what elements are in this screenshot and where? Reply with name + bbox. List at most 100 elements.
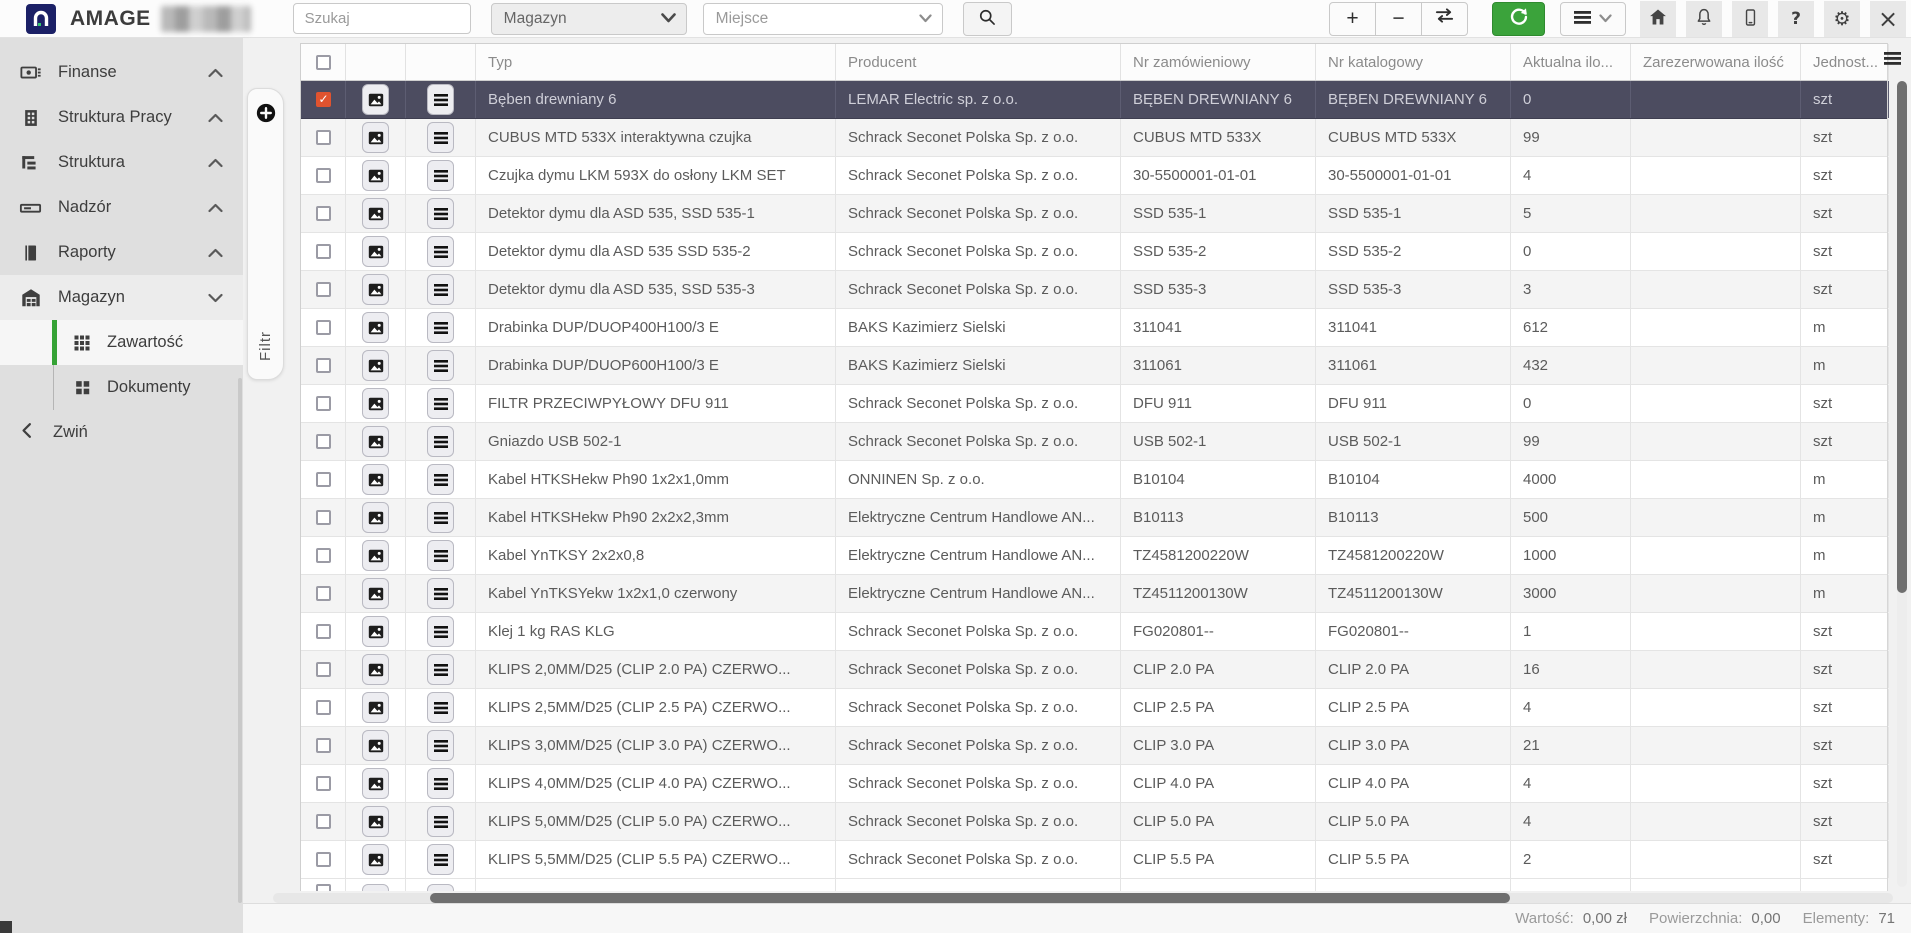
- image-icon[interactable]: [362, 806, 389, 837]
- remove-button[interactable]: −: [1375, 2, 1422, 36]
- table-row[interactable]: Detektor dymu dla ASD 535 SSD 535-2 Schr…: [301, 233, 1887, 271]
- horizontal-scrollbar-thumb[interactable]: [430, 893, 1510, 903]
- place-select[interactable]: Miejsce: [703, 3, 943, 35]
- table-row[interactable]: FILTR PRZECIWPYŁOWY DFU 911 Schrack Seco…: [301, 385, 1887, 423]
- table-row[interactable]: Kabel YnTKSY 2x2x0,8 Elektryczne Centrum…: [301, 537, 1887, 575]
- image-icon[interactable]: [362, 540, 389, 571]
- list-icon[interactable]: [427, 312, 454, 343]
- header-nr-katalogowy[interactable]: Nr katalogowy: [1316, 44, 1511, 80]
- sidebar-subitem-dokumenty[interactable]: Dokumenty: [0, 365, 243, 410]
- row-checkbox[interactable]: [316, 130, 331, 145]
- row-checkbox[interactable]: [316, 548, 331, 563]
- table-row[interactable]: Kabel HTKSHekw Ph90 1x2x1,0mm ONNINEN Sp…: [301, 461, 1887, 499]
- image-icon[interactable]: [362, 464, 389, 495]
- table-row[interactable]: Detektor dymu dla ASD 535, SSD 535-1 Sch…: [301, 195, 1887, 233]
- row-checkbox[interactable]: [316, 358, 331, 373]
- search-button[interactable]: [963, 2, 1012, 36]
- row-checkbox[interactable]: [316, 814, 331, 829]
- header-typ[interactable]: Typ: [476, 44, 836, 80]
- list-icon[interactable]: [427, 236, 454, 267]
- bell-button[interactable]: [1686, 1, 1722, 37]
- image-icon[interactable]: [362, 122, 389, 153]
- view-menu-button[interactable]: [1560, 2, 1626, 36]
- list-icon[interactable]: [427, 502, 454, 533]
- table-row[interactable]: CUBUS MTD 533X interaktywna czujka Schra…: [301, 119, 1887, 157]
- sidebar-item-magazyn[interactable]: Magazyn: [0, 275, 243, 320]
- sidebar-item-finanse[interactable]: Finanse: [0, 50, 243, 95]
- list-icon[interactable]: [427, 768, 454, 799]
- vertical-scrollbar-thumb[interactable]: [1897, 81, 1907, 593]
- image-icon[interactable]: [362, 578, 389, 609]
- table-row[interactable]: Gniazdo USB 502-1 Schrack Seconet Polska…: [301, 423, 1887, 461]
- table-row[interactable]: Kabel HTKSHekw Ph90 2x2x2,3mm Elektryczn…: [301, 499, 1887, 537]
- table-row[interactable]: KLIPS 2,0MM/D25 (CLIP 2.0 PA) CZERWO... …: [301, 651, 1887, 689]
- search-input[interactable]: [293, 3, 471, 34]
- row-checkbox[interactable]: [316, 168, 331, 183]
- table-row[interactable]: Drabinka DUP/DUOP600H100/3 E BAKS Kazimi…: [301, 347, 1887, 385]
- image-icon[interactable]: [362, 160, 389, 191]
- mobile-button[interactable]: [1732, 1, 1768, 37]
- refresh-button[interactable]: [1492, 2, 1545, 36]
- image-icon[interactable]: [362, 502, 389, 533]
- column-settings-button[interactable]: [1880, 50, 1904, 70]
- list-icon[interactable]: [427, 426, 454, 457]
- table-row[interactable]: Kabel YnTKSYekw 1x2x1,0 czerwony Elektry…: [301, 575, 1887, 613]
- row-checkbox[interactable]: [316, 320, 331, 335]
- header-producent[interactable]: Producent: [836, 44, 1121, 80]
- image-icon[interactable]: [362, 884, 389, 891]
- list-icon[interactable]: [427, 884, 454, 891]
- vertical-scrollbar[interactable]: [1897, 81, 1907, 887]
- row-checkbox[interactable]: [316, 244, 331, 259]
- image-icon[interactable]: [362, 692, 389, 723]
- close-button[interactable]: ×: [1870, 1, 1906, 37]
- table-row[interactable]: Detektor dymu dla ASD 535, SSD 535-3 Sch…: [301, 271, 1887, 309]
- image-icon[interactable]: [362, 768, 389, 799]
- table-row[interactable]: KLIPS 4,0MM/D25 (CLIP 4.0 PA) CZERWO... …: [301, 765, 1887, 803]
- table-row-partial[interactable]: [301, 879, 1887, 891]
- list-icon[interactable]: [427, 388, 454, 419]
- list-icon[interactable]: [427, 578, 454, 609]
- sidebar-collapse-button[interactable]: Zwiń: [0, 410, 243, 455]
- table-row[interactable]: KLIPS 5,5MM/D25 (CLIP 5.5 PA) CZERWO... …: [301, 841, 1887, 879]
- header-jednostka[interactable]: Jednost...: [1801, 44, 1889, 80]
- image-icon[interactable]: [362, 426, 389, 457]
- row-checkbox[interactable]: [316, 586, 331, 601]
- sidebar-item-struktura[interactable]: Struktura: [0, 140, 243, 185]
- sidebar-scrollbar-thumb[interactable]: [238, 378, 242, 903]
- home-button[interactable]: [1640, 1, 1676, 37]
- table-row[interactable]: KLIPS 2,5MM/D25 (CLIP 2.5 PA) CZERWO... …: [301, 689, 1887, 727]
- header-aktualna-ilosc[interactable]: Aktualna ilo...: [1511, 44, 1631, 80]
- list-icon[interactable]: [427, 616, 454, 647]
- table-row[interactable]: Klej 1 kg RAS KLG Schrack Seconet Polska…: [301, 613, 1887, 651]
- table-row[interactable]: Bęben drewniany 6 LEMAR Electric sp. z o…: [301, 81, 1887, 119]
- image-icon[interactable]: [362, 84, 389, 115]
- image-icon[interactable]: [362, 730, 389, 761]
- row-checkbox[interactable]: [316, 282, 331, 297]
- row-checkbox[interactable]: [316, 92, 331, 107]
- table-row[interactable]: Czujka dymu LKM 593X do osłony LKM SET S…: [301, 157, 1887, 195]
- list-icon[interactable]: [427, 122, 454, 153]
- list-icon[interactable]: [427, 274, 454, 305]
- sidebar-subitem-zawartosc[interactable]: Zawartość: [0, 320, 243, 365]
- table-row[interactable]: KLIPS 3,0MM/D25 (CLIP 3.0 PA) CZERWO... …: [301, 727, 1887, 765]
- sidebar-item-nadzor[interactable]: Nadzór: [0, 185, 243, 230]
- row-checkbox[interactable]: [316, 472, 331, 487]
- plus-circle-icon[interactable]: [255, 102, 277, 129]
- settings-button[interactable]: ⚙: [1824, 1, 1860, 37]
- warehouse-select[interactable]: Magazyn: [491, 3, 687, 35]
- row-checkbox[interactable]: [316, 624, 331, 639]
- image-icon[interactable]: [362, 388, 389, 419]
- table-row[interactable]: KLIPS 5,0MM/D25 (CLIP 5.0 PA) CZERWO... …: [301, 803, 1887, 841]
- row-checkbox[interactable]: [316, 510, 331, 525]
- row-checkbox[interactable]: [316, 434, 331, 449]
- list-icon[interactable]: [427, 350, 454, 381]
- list-icon[interactable]: [427, 730, 454, 761]
- image-icon[interactable]: [362, 312, 389, 343]
- header-zarezerwowana-ilosc[interactable]: Zarezerwowana ilość: [1631, 44, 1801, 80]
- row-checkbox[interactable]: [316, 738, 331, 753]
- add-button[interactable]: +: [1329, 2, 1376, 36]
- row-checkbox[interactable]: [316, 776, 331, 791]
- list-icon[interactable]: [427, 160, 454, 191]
- row-checkbox[interactable]: [316, 662, 331, 677]
- filter-drawer-tab[interactable]: Filtr: [247, 88, 284, 380]
